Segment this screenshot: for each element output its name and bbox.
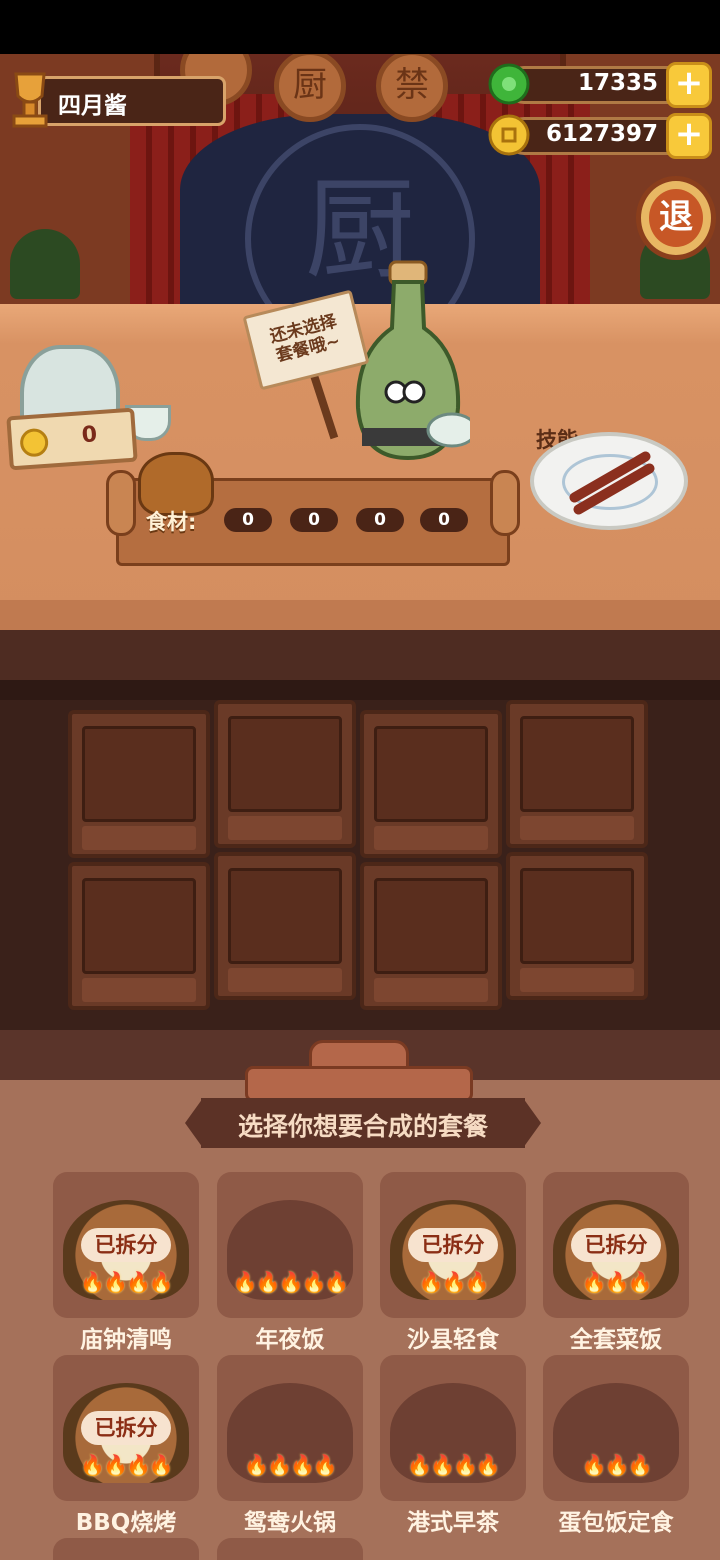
recipe-card[interactable]: 🔥🔥🔥🔥🔥 年夜饭 — [217, 1172, 363, 1353]
player-name: 四月酱 — [58, 93, 127, 119]
recipe-name: 蛋包饭定食 — [558, 1510, 674, 1536]
drawer-shelf — [374, 826, 488, 850]
drawer-inner — [228, 716, 342, 812]
ingredient-label: 食材: — [146, 510, 197, 534]
recipe-card[interactable]: 已拆分 🔥🔥🔥 全套菜饭 — [543, 1172, 689, 1353]
recipe-card[interactable]: 🔥🔥🔥🔥 港式早茶 — [380, 1355, 526, 1536]
ingredient-slot-3: 0 — [356, 508, 404, 532]
ingredient-slot-4: 0 — [420, 508, 468, 532]
counter-edge — [0, 600, 720, 630]
recipe-name: 港式早茶 — [407, 1510, 499, 1536]
gold-value: 6127397 — [545, 121, 658, 147]
drawer-shelf — [228, 816, 342, 840]
drawer-inner — [374, 878, 488, 974]
bottle-mascot — [355, 260, 470, 461]
coin-count: 0 — [80, 422, 98, 449]
difficulty-fire-icons: 🔥🔥🔥🔥 — [244, 1453, 338, 1477]
difficulty-fire-icons: 🔥🔥🔥 — [581, 1453, 653, 1477]
drawer-inner — [374, 726, 488, 822]
drawer-inner — [82, 726, 196, 822]
player-badge[interactable]: 四月酱 — [6, 68, 226, 132]
exit-label: 退 — [649, 189, 703, 247]
drawer-slot[interactable] — [360, 862, 502, 1010]
drawer-slot[interactable] — [214, 852, 356, 1000]
coin-tag: 0 — [6, 407, 138, 471]
add-gold-button[interactable]: + — [666, 113, 712, 159]
difficulty-fire-icons: 🔥🔥🔥🔥 — [80, 1453, 174, 1477]
recipe-card-peek — [217, 1538, 363, 1560]
drawer-slot[interactable] — [68, 862, 210, 1010]
gold-coin-icon — [488, 114, 530, 156]
difficulty-fire-icons: 🔥🔥🔥 — [581, 1270, 653, 1294]
drawer-inner — [228, 868, 342, 964]
difficulty-fire-icons: 🔥🔥🔥🔥 — [407, 1453, 501, 1477]
recipe-card[interactable]: 已拆分 🔥🔥🔥 沙县轻食 — [380, 1172, 526, 1353]
drawer-shelf — [520, 968, 634, 992]
ingredient-slot-2: 0 — [290, 508, 338, 532]
trophy-icon — [12, 72, 48, 128]
scroll-end-right — [490, 470, 520, 536]
jade-currency: 17335 + — [487, 62, 712, 108]
jade-coin-icon — [488, 63, 530, 105]
recipe-name: BBQ烧烤 — [75, 1510, 177, 1536]
panel-title: 选择你想要合成的套餐 — [237, 1112, 488, 1141]
coin-icon — [19, 427, 50, 458]
recipe-name: 年夜饭 — [255, 1327, 325, 1353]
panel-title-banner: 选择你想要合成的套餐 — [185, 1098, 541, 1148]
drawer-shelf — [374, 978, 488, 1002]
drawer-slot[interactable] — [214, 700, 356, 848]
plant-left — [10, 229, 80, 299]
recipe-status-badge: 已拆分 — [571, 1228, 661, 1262]
recipe-name: 庙钟清鸣 — [80, 1327, 172, 1353]
drawer-inner — [520, 716, 634, 812]
gold-currency: 6127397 + — [487, 113, 712, 159]
difficulty-fire-icons: 🔥🔥🔥🔥🔥 — [232, 1270, 350, 1294]
difficulty-fire-icons: 🔥🔥🔥🔥 — [80, 1270, 174, 1294]
stage-sign-chu: 厨 — [274, 54, 346, 122]
drawer-shelf — [82, 826, 196, 850]
ingredient-slot-1: 0 — [224, 508, 272, 532]
panel-handle-bar — [245, 1066, 473, 1102]
recipe-card-peek — [53, 1538, 199, 1560]
add-jade-button[interactable]: + — [666, 62, 712, 108]
recipe-card[interactable]: 已拆分 🔥🔥🔥🔥 BBQ烧烤 — [53, 1355, 199, 1536]
recipe-card[interactable]: 🔥🔥🔥 蛋包饭定食 — [543, 1355, 689, 1536]
drawer-slot[interactable] — [360, 710, 502, 858]
recipe-status-badge: 已拆分 — [408, 1228, 498, 1262]
exit-button[interactable]: 退 — [636, 176, 716, 260]
drawer-slot[interactable] — [506, 700, 648, 848]
status-bar — [0, 0, 720, 54]
drawer-inner — [82, 878, 196, 974]
drawer-shelf — [520, 816, 634, 840]
recipe-card[interactable]: 已拆分 🔥🔥🔥🔥 庙钟清鸣 — [53, 1172, 199, 1353]
drawer-shelf — [228, 968, 342, 992]
panel-handle[interactable] — [245, 1040, 473, 1102]
drawer-slot[interactable] — [68, 710, 210, 858]
drawer-slot[interactable] — [506, 852, 648, 1000]
jade-value: 17335 — [577, 70, 658, 96]
cabinet-top — [0, 680, 720, 700]
counter-face — [0, 630, 720, 680]
difficulty-fire-icons: 🔥🔥🔥 — [418, 1270, 490, 1294]
scroll-end-left — [106, 470, 136, 536]
recipe-status-badge: 已拆分 — [81, 1411, 171, 1445]
recipe-card[interactable]: 🔥🔥🔥🔥 鸳鸯火锅 — [217, 1355, 363, 1536]
recipe-name: 沙县轻食 — [407, 1327, 499, 1353]
drawer-inner — [520, 868, 634, 964]
drawer-shelf — [82, 978, 196, 1002]
recipe-name: 鸳鸯火锅 — [244, 1510, 336, 1536]
skill-plate[interactable] — [530, 432, 688, 530]
recipe-name: 全套菜饭 — [570, 1327, 662, 1353]
recipe-status-badge: 已拆分 — [81, 1228, 171, 1262]
